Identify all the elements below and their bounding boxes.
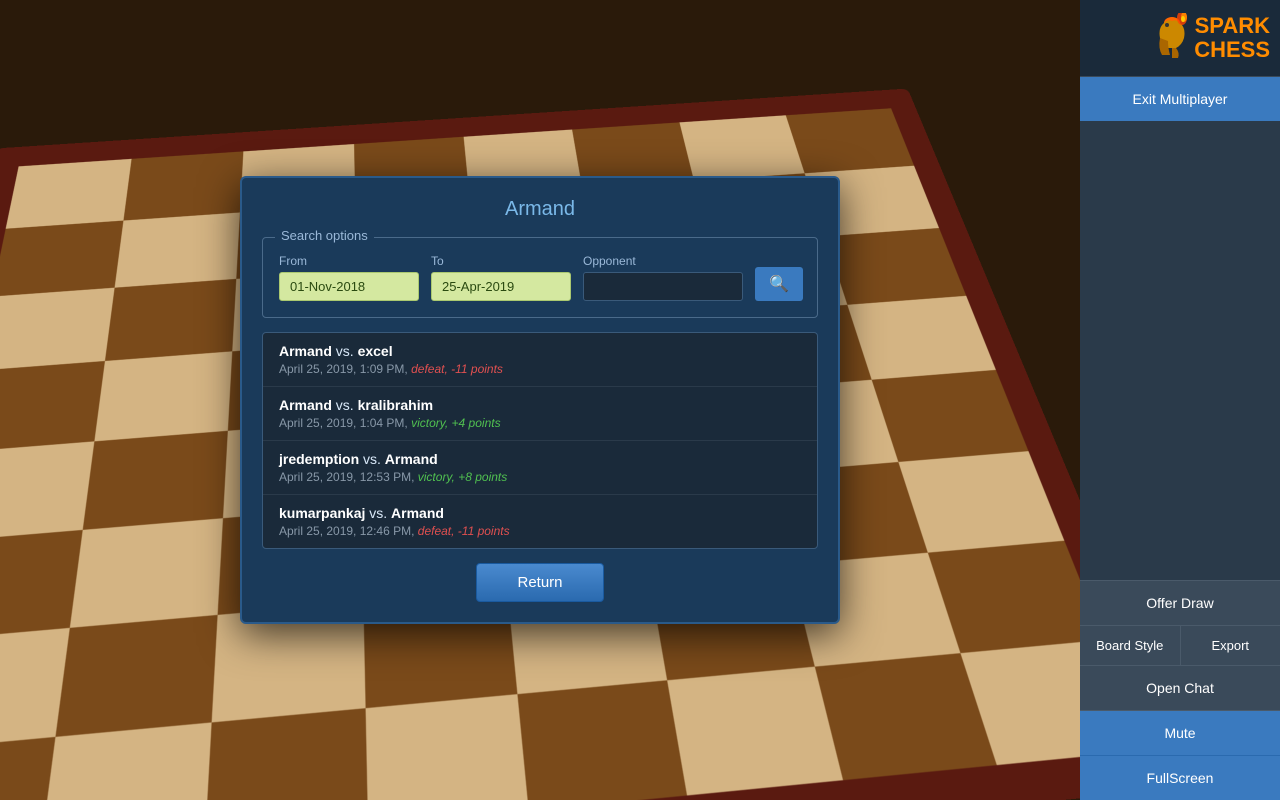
vs-text: vs.	[336, 397, 354, 413]
result-detail: April 25, 2019, 1:09 PM, defeat, -11 poi…	[279, 362, 801, 376]
vs-text: vs.	[369, 505, 387, 521]
player2-name: kralibrahim	[358, 397, 433, 413]
player1-name: kumarpankaj	[279, 505, 365, 521]
opponent-field-group: Opponent	[583, 254, 743, 301]
opponent-label: Opponent	[583, 254, 743, 268]
vs-text: vs.	[363, 451, 381, 467]
logo-chess: CHESS	[1194, 37, 1270, 62]
result-date: April 25, 2019, 12:53 PM,	[279, 470, 414, 484]
modal-title: Armand	[262, 198, 818, 221]
search-options-legend: Search options	[275, 228, 374, 243]
result-date: April 25, 2019, 12:46 PM,	[279, 524, 414, 538]
list-item[interactable]: Armand vs. excel April 25, 2019, 1:09 PM,…	[263, 333, 817, 387]
to-field-group: To	[431, 254, 571, 301]
result-outcome: defeat, -11 points	[418, 524, 510, 538]
result-outcome: defeat, -11 points	[411, 362, 503, 376]
list-item[interactable]: kumarpankaj vs. Armand April 25, 2019, 12…	[263, 495, 817, 548]
modal-footer: Return	[262, 563, 818, 602]
export-button[interactable]: Export	[1181, 626, 1280, 665]
list-item[interactable]: jredemption vs. Armand April 25, 2019, 12…	[263, 441, 817, 495]
fullscreen-button[interactable]: FullScreen	[1080, 755, 1280, 800]
search-button[interactable]: 🔍	[755, 267, 803, 301]
logo-spark: SPARK	[1195, 13, 1270, 38]
result-date: April 25, 2019, 1:04 PM,	[279, 416, 408, 430]
vs-text: vs.	[336, 343, 354, 359]
player2-name: excel	[358, 343, 393, 359]
result-match-title: Armand vs. kralibrahim	[279, 397, 801, 413]
mute-button[interactable]: Mute	[1080, 710, 1280, 755]
search-fields: From To Opponent 🔍	[279, 254, 801, 301]
result-date: April 25, 2019, 1:09 PM,	[279, 362, 408, 376]
board-style-export-row: Board Style Export	[1080, 625, 1280, 665]
to-label: To	[431, 254, 571, 268]
result-detail: April 25, 2019, 1:04 PM, victory, +4 poi…	[279, 416, 801, 430]
board-style-button[interactable]: Board Style	[1080, 626, 1181, 665]
sidebar: SPARK CHESS Exit Multiplayer Offer Draw …	[1080, 0, 1280, 800]
result-detail: April 25, 2019, 12:53 PM, victory, +8 po…	[279, 470, 801, 484]
sidebar-spacer	[1080, 121, 1280, 580]
result-match-title: Armand vs. excel	[279, 343, 801, 359]
player1-name: Armand	[279, 397, 332, 413]
modal-dialog: Armand Search options From To Opponent 🔍	[240, 176, 840, 624]
search-icon: 🔍	[769, 276, 789, 293]
exit-multiplayer-button[interactable]: Exit Multiplayer	[1080, 77, 1280, 121]
app-title: SPARK CHESS	[1194, 14, 1270, 62]
result-detail: April 25, 2019, 12:46 PM, defeat, -11 po…	[279, 524, 801, 538]
result-outcome: victory, +8 points	[418, 470, 507, 484]
horse-logo-icon	[1150, 13, 1194, 63]
from-field-group: From	[279, 254, 419, 301]
player1-name: Armand	[279, 343, 332, 359]
player1-name: jredemption	[279, 451, 359, 467]
results-list[interactable]: Armand vs. excel April 25, 2019, 1:09 PM,…	[262, 332, 818, 549]
player2-name: Armand	[391, 505, 444, 521]
offer-draw-button[interactable]: Offer Draw	[1080, 580, 1280, 625]
logo-area: SPARK CHESS	[1080, 0, 1280, 77]
search-options-group: Search options From To Opponent 🔍	[262, 237, 818, 318]
player2-name: Armand	[385, 451, 438, 467]
result-outcome: victory, +4 points	[411, 416, 500, 430]
from-input[interactable]	[279, 272, 419, 301]
result-match-title: kumarpankaj vs. Armand	[279, 505, 801, 521]
modal-overlay: Armand Search options From To Opponent 🔍	[0, 0, 1080, 800]
return-button[interactable]: Return	[476, 563, 603, 602]
from-label: From	[279, 254, 419, 268]
open-chat-button[interactable]: Open Chat	[1080, 665, 1280, 710]
opponent-input[interactable]	[583, 272, 743, 301]
result-match-title: jredemption vs. Armand	[279, 451, 801, 467]
list-item[interactable]: Armand vs. kralibrahim April 25, 2019, 1:…	[263, 387, 817, 441]
to-input[interactable]	[431, 272, 571, 301]
